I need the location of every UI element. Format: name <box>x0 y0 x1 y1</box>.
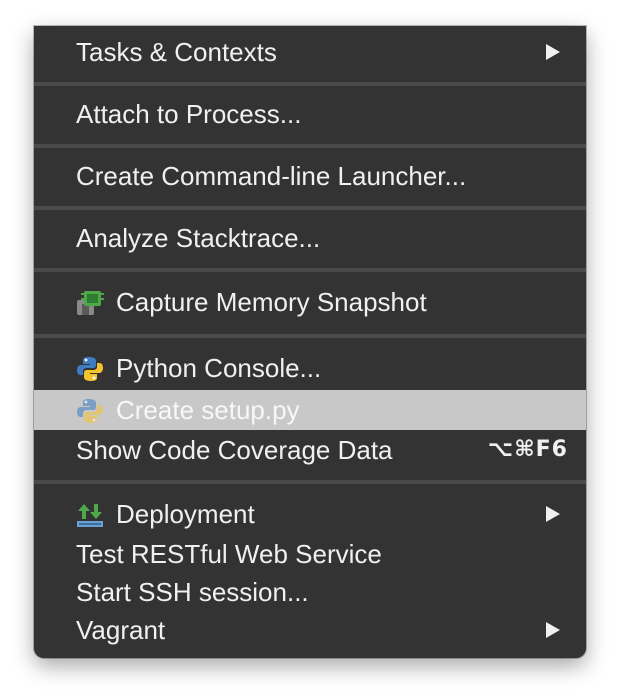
menu-separator <box>34 480 586 484</box>
menu-item-test-restful-web-service[interactable]: Test RESTful Web Service <box>34 534 586 574</box>
menu-item-create-command-line-launcher[interactable]: Create Command-line Launcher... <box>34 156 586 196</box>
menu-item-label: Test RESTful Web Service <box>76 539 382 569</box>
menu-item-label: Create Command-line Launcher... <box>76 161 467 191</box>
menu-item-python-console[interactable]: Python Console... <box>34 348 586 388</box>
memory-snapshot-icon <box>77 291 104 315</box>
menu-item-label: Create setup.py <box>116 395 300 425</box>
menu-item-deployment[interactable]: Deployment <box>34 494 586 534</box>
menu-item-create-setup-py[interactable]: Create setup.py <box>34 390 586 430</box>
menu-item-attach-to-process[interactable]: Attach to Process... <box>34 94 586 134</box>
deployment-icon <box>77 504 103 527</box>
python-icon <box>77 357 103 381</box>
menu-item-label: Vagrant <box>76 615 166 645</box>
menu-separator <box>34 82 586 86</box>
menu-item-start-ssh-session[interactable]: Start SSH session... <box>34 572 586 612</box>
submenu-arrow-icon <box>546 44 560 60</box>
submenu-arrow-icon <box>546 622 560 638</box>
menu-separator <box>34 268 586 272</box>
menu-item-label: Analyze Stacktrace... <box>76 223 321 253</box>
menu-separator <box>34 206 586 210</box>
menu-item-analyze-stacktrace[interactable]: Analyze Stacktrace... <box>34 218 586 258</box>
menu-item-label: Show Code Coverage Data <box>76 435 393 465</box>
menu-item-tasks-contexts[interactable]: Tasks & Contexts <box>34 32 586 72</box>
menu-separator <box>34 334 586 338</box>
menu-item-label: Tasks & Contexts <box>76 37 277 67</box>
menu-item-label: Capture Memory Snapshot <box>116 287 427 317</box>
submenu-arrow-icon <box>546 506 560 522</box>
menu-item-label: Python Console... <box>116 353 322 383</box>
menu-separator <box>34 144 586 148</box>
menu-item-show-code-coverage-data[interactable]: Show Code Coverage Data ⌥⌘F6 <box>34 430 586 470</box>
menu-item-label: Start SSH session... <box>76 577 309 607</box>
menu-item-label: Attach to Process... <box>76 99 302 129</box>
menu-item-capture-memory-snapshot[interactable]: Capture Memory Snapshot <box>34 282 586 322</box>
menu-item-label: Deployment <box>116 499 255 529</box>
tools-menu: Tasks & Contexts Attach to Process... Cr… <box>34 26 586 658</box>
python-icon <box>77 399 103 423</box>
keyboard-shortcut: ⌥⌘F6 <box>487 437 568 462</box>
menu-item-vagrant[interactable]: Vagrant <box>34 610 586 650</box>
